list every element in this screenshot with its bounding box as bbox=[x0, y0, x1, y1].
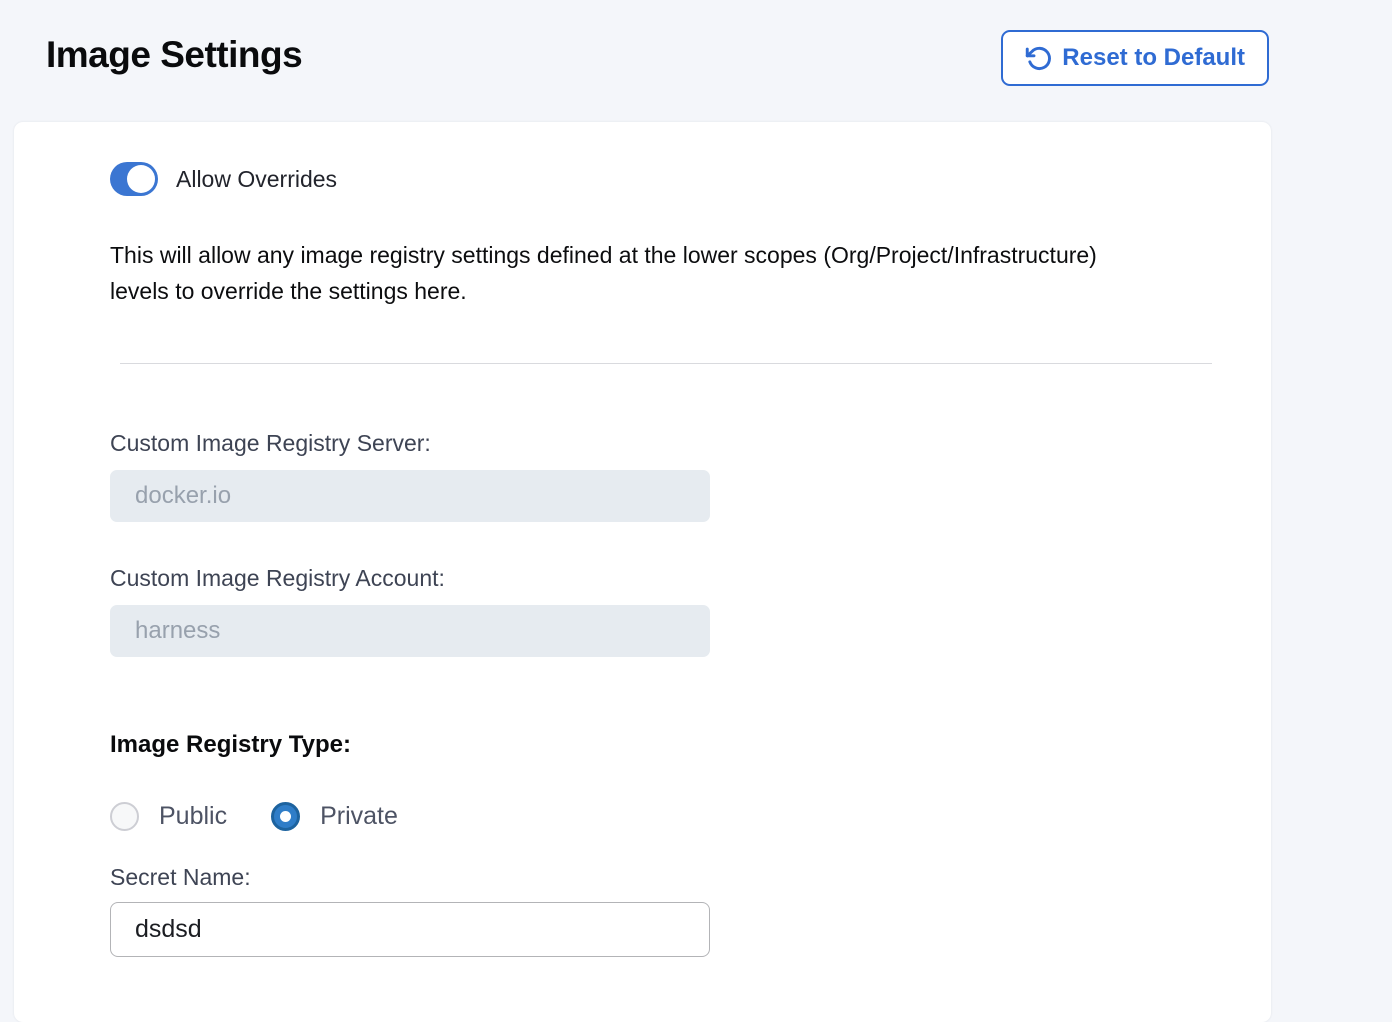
radio-unchecked-icon[interactable] bbox=[110, 802, 139, 831]
allow-overrides-toggle[interactable] bbox=[110, 162, 158, 196]
image-settings-card: Allow Overrides This will allow any imag… bbox=[14, 122, 1271, 1022]
overrides-description: This will allow any image registry setti… bbox=[110, 237, 1134, 309]
section-divider bbox=[120, 363, 1212, 364]
registry-account-label: Custom Image Registry Account: bbox=[110, 565, 1134, 592]
reset-button-label: Reset to Default bbox=[1062, 44, 1245, 72]
allow-overrides-label: Allow Overrides bbox=[176, 166, 337, 193]
radio-private-label: Private bbox=[320, 802, 398, 831]
secret-name-input[interactable] bbox=[110, 902, 710, 957]
page-title: Image Settings bbox=[46, 34, 302, 76]
toggle-knob-icon bbox=[127, 165, 155, 193]
registry-type-radio-group: Public Private bbox=[110, 801, 1134, 831]
page-header: Image Settings Reset to Default bbox=[0, 0, 1392, 122]
radio-option-private[interactable]: Private bbox=[271, 802, 398, 831]
secret-name-label: Secret Name: bbox=[110, 864, 1134, 891]
reset-ccw-icon bbox=[1025, 45, 1052, 72]
radio-public-label: Public bbox=[159, 802, 227, 831]
allow-overrides-row: Allow Overrides bbox=[110, 161, 1134, 197]
registry-type-label: Image Registry Type: bbox=[110, 731, 1134, 759]
reset-to-default-button[interactable]: Reset to Default bbox=[1001, 30, 1269, 86]
radio-checked-icon[interactable] bbox=[271, 802, 300, 831]
radio-option-public[interactable]: Public bbox=[110, 802, 227, 831]
registry-account-input[interactable] bbox=[110, 605, 710, 657]
registry-server-input[interactable] bbox=[110, 470, 710, 522]
registry-server-label: Custom Image Registry Server: bbox=[110, 430, 1134, 457]
card-content: Allow Overrides This will allow any imag… bbox=[14, 122, 1134, 957]
